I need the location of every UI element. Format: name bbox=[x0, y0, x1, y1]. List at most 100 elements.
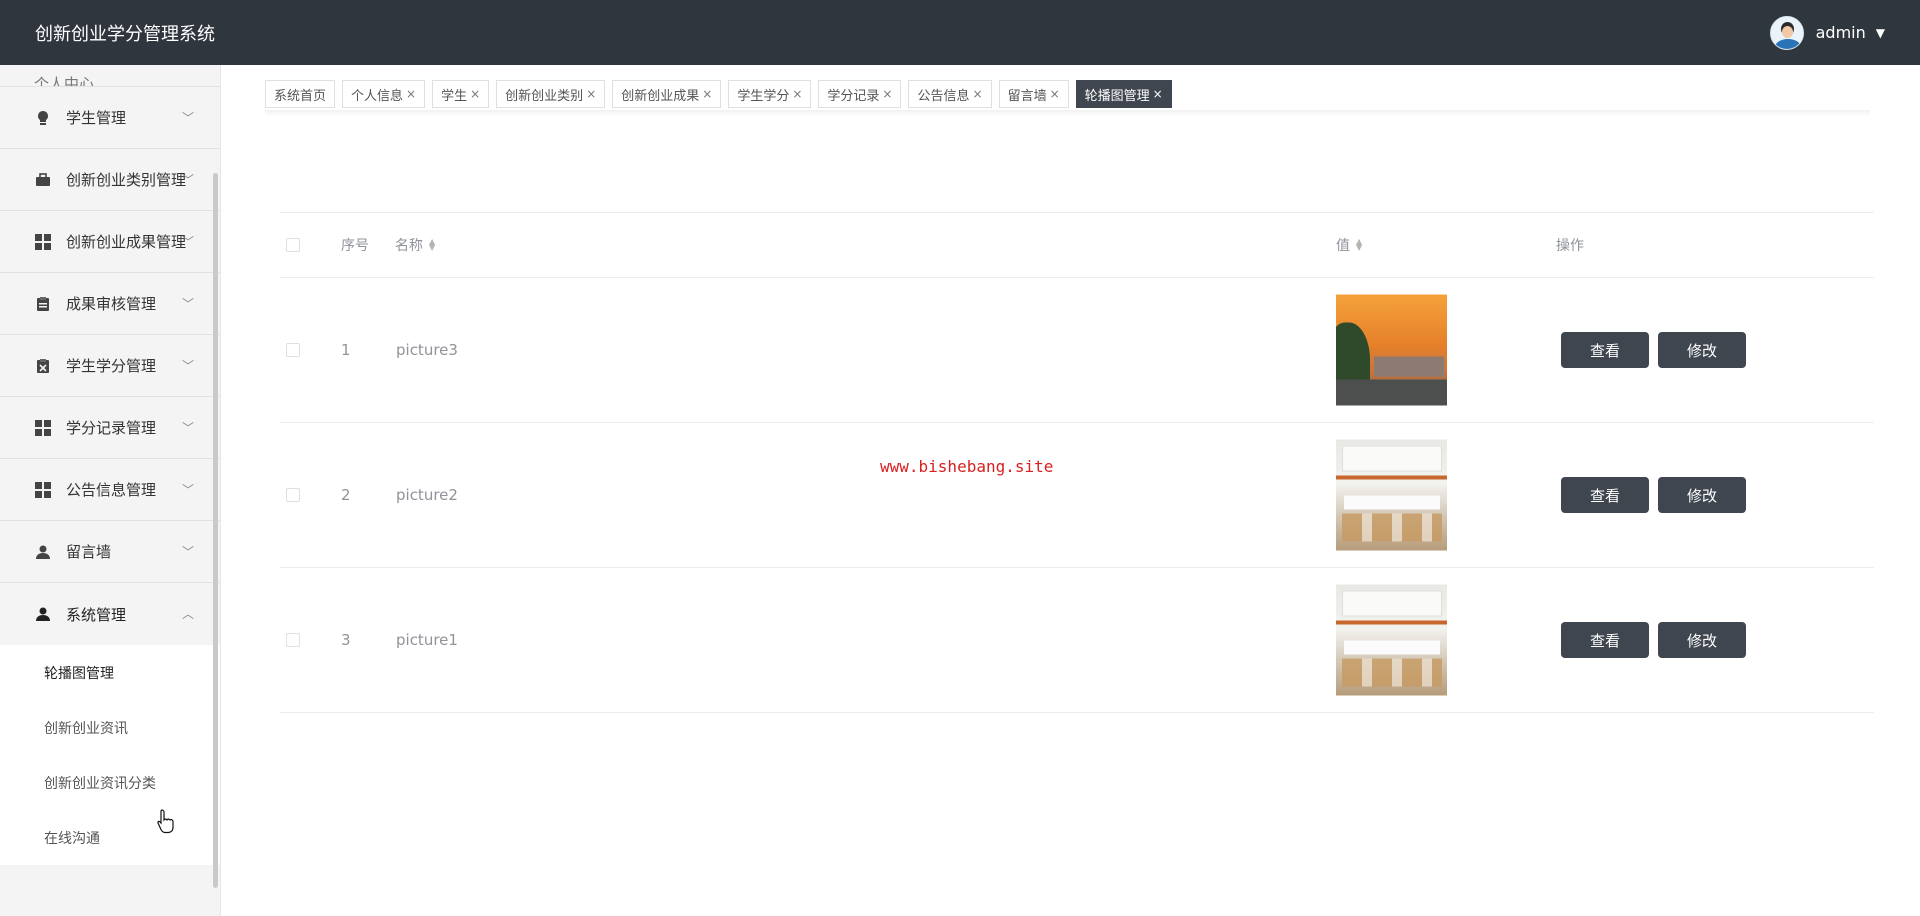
sidebar-item-label: 系统管理 bbox=[66, 605, 127, 624]
sidebar-item-credit-records[interactable]: 学分记录管理 ﹀ bbox=[0, 397, 220, 459]
top-header: 创新创业学分管理系统 admin ▼ bbox=[0, 0, 1920, 65]
tab-divider bbox=[265, 110, 1870, 116]
carousel-image-thumbnail[interactable] bbox=[1336, 439, 1447, 551]
grid-icon bbox=[34, 481, 52, 499]
sidebar-subitem-carousel[interactable]: 轮播图管理 bbox=[0, 645, 220, 700]
close-icon[interactable]: × bbox=[973, 87, 983, 101]
sort-icon[interactable]: ▲ ▼ bbox=[429, 238, 435, 252]
tab-category[interactable]: 创新创业类别 × bbox=[496, 80, 606, 108]
avatar[interactable] bbox=[1769, 15, 1804, 50]
sidebar-item-notices[interactable]: 公告信息管理 ﹀ bbox=[0, 459, 220, 521]
row-index: 3 bbox=[341, 631, 351, 649]
sidebar-scrollbar[interactable] bbox=[213, 173, 218, 888]
tab-home[interactable]: 系统首页 bbox=[265, 80, 336, 108]
sidebar-item-label: 学分记录管理 bbox=[66, 419, 157, 437]
view-button[interactable]: 查看 bbox=[1561, 477, 1649, 513]
tab-label: 学分记录 bbox=[827, 88, 880, 104]
row-name: picture1 bbox=[396, 631, 458, 649]
user-icon bbox=[34, 605, 52, 623]
sidebar-item-label: 成果审核管理 bbox=[66, 295, 157, 313]
sidebar-item-label: 创新创业类别管理 bbox=[66, 171, 187, 189]
sidebar-subitem-chat[interactable]: 在线沟通 bbox=[0, 810, 220, 865]
tab-label: 轮播图管理 bbox=[1084, 88, 1150, 104]
sidebar-item-achievements[interactable]: 创新创业成果管理 ﹀ bbox=[0, 211, 220, 273]
tab-label: 学生学分 bbox=[737, 88, 790, 104]
app-title: 创新创业学分管理系统 bbox=[35, 23, 215, 45]
tab-label: 学生 bbox=[441, 88, 468, 104]
tab-label: 公告信息 bbox=[917, 88, 970, 104]
header-index: 序号 bbox=[341, 238, 369, 254]
sidebar-item-category[interactable]: 创新创业类别管理 ﹀ bbox=[0, 149, 220, 211]
close-icon[interactable]: × bbox=[792, 87, 802, 101]
chevron-down-icon: ﹀ bbox=[181, 421, 194, 435]
sidebar-item-system[interactable]: 系统管理 ︿ bbox=[0, 583, 220, 645]
row-index: 2 bbox=[341, 486, 351, 504]
close-icon[interactable]: × bbox=[470, 87, 480, 101]
table-header: 序号 名称 ▲ ▼ 值 ▲ ▼ 操作 bbox=[280, 212, 1874, 278]
tab-credit-records[interactable]: 学分记录 × bbox=[818, 80, 902, 108]
header-name[interactable]: 名称 bbox=[395, 235, 423, 255]
sidebar-item-review[interactable]: 成果审核管理 ﹀ bbox=[0, 273, 220, 335]
view-button[interactable]: 查看 bbox=[1561, 622, 1649, 658]
tab-label: 留言墙 bbox=[1007, 88, 1047, 104]
user-menu[interactable]: admin ▼ bbox=[1769, 15, 1885, 50]
username[interactable]: admin bbox=[1816, 23, 1866, 42]
tab-profile[interactable]: 个人信息 × bbox=[342, 80, 426, 108]
close-icon[interactable]: × bbox=[882, 87, 892, 101]
edit-button[interactable]: 修改 bbox=[1658, 477, 1746, 513]
row-checkbox[interactable] bbox=[286, 488, 300, 502]
row-name: picture2 bbox=[396, 486, 458, 504]
chevron-down-icon: ﹀ bbox=[181, 483, 194, 497]
sidebar-item-credits[interactable]: 学生学分管理 ﹀ bbox=[0, 335, 220, 397]
table-row: 1 picture3 查看 修改 bbox=[280, 278, 1874, 423]
chevron-down-icon: ﹀ bbox=[181, 359, 194, 373]
header-actions: 操作 bbox=[1556, 238, 1584, 254]
caret-down-icon[interactable]: ▼ bbox=[1876, 26, 1885, 40]
tab-message-wall[interactable]: 留言墙 × bbox=[998, 80, 1069, 108]
tab-notices[interactable]: 公告信息 × bbox=[908, 80, 992, 108]
clipboard-icon bbox=[34, 295, 52, 313]
edit-button[interactable]: 修改 bbox=[1658, 622, 1746, 658]
select-all-checkbox[interactable] bbox=[286, 238, 300, 252]
briefcase-icon bbox=[34, 171, 52, 189]
bulb-icon bbox=[34, 109, 52, 127]
sidebar-subitem-news-category[interactable]: 创新创业资讯分类 bbox=[0, 755, 220, 810]
close-icon[interactable]: × bbox=[1153, 87, 1163, 101]
close-icon[interactable]: × bbox=[406, 87, 416, 101]
chevron-down-icon: ﹀ bbox=[181, 545, 194, 559]
sidebar-submenu: 轮播图管理 创新创业资讯 创新创业资讯分类 在线沟通 bbox=[0, 645, 220, 865]
sidebar-item-message-wall[interactable]: 留言墙 ﹀ bbox=[0, 521, 220, 583]
edit-button[interactable]: 修改 bbox=[1658, 332, 1746, 368]
tab-achievements[interactable]: 创新创业成果 × bbox=[612, 80, 722, 108]
carousel-image-thumbnail[interactable] bbox=[1336, 294, 1447, 406]
tab-credits[interactable]: 学生学分 × bbox=[728, 80, 812, 108]
chevron-down-icon: ﹀ bbox=[181, 111, 194, 125]
row-checkbox[interactable] bbox=[286, 633, 300, 647]
grid-icon bbox=[34, 233, 52, 251]
header-value[interactable]: 值 bbox=[1336, 235, 1350, 255]
sidebar-subitem-news[interactable]: 创新创业资讯 bbox=[0, 700, 220, 755]
close-icon[interactable]: × bbox=[586, 87, 596, 101]
row-index: 1 bbox=[341, 341, 351, 359]
sidebar-item-label: 公告信息管理 bbox=[66, 481, 157, 499]
sidebar: 个人中心 学生管理 ﹀ 创新创业类别管理 ﹀ 创新创业成果管理 ﹀ 成果审核管理… bbox=[0, 65, 221, 916]
chevron-down-icon: ﹀ bbox=[181, 235, 194, 249]
grid-icon bbox=[34, 419, 52, 437]
clipboard-x-icon bbox=[34, 357, 52, 375]
row-name: picture3 bbox=[396, 341, 458, 359]
user-icon bbox=[34, 543, 52, 561]
close-icon[interactable]: × bbox=[1050, 87, 1060, 101]
carousel-image-thumbnail[interactable] bbox=[1336, 584, 1447, 696]
tab-carousel[interactable]: 轮播图管理 × bbox=[1075, 80, 1172, 108]
tab-students[interactable]: 学生 × bbox=[432, 80, 490, 108]
tab-label: 个人信息 bbox=[351, 88, 404, 104]
sidebar-item-students[interactable]: 学生管理 ﹀ bbox=[0, 87, 220, 149]
sidebar-item-personal-center[interactable]: 个人中心 bbox=[0, 65, 220, 87]
tab-label: 创新创业类别 bbox=[505, 88, 584, 104]
sort-icon[interactable]: ▲ ▼ bbox=[1356, 238, 1362, 252]
close-icon[interactable]: × bbox=[702, 87, 712, 101]
view-button[interactable]: 查看 bbox=[1561, 332, 1649, 368]
table-row: 3 picture1 查看 修改 bbox=[280, 568, 1874, 713]
table-row: 2 picture2 查看 修改 bbox=[280, 423, 1874, 568]
row-checkbox[interactable] bbox=[286, 343, 300, 357]
